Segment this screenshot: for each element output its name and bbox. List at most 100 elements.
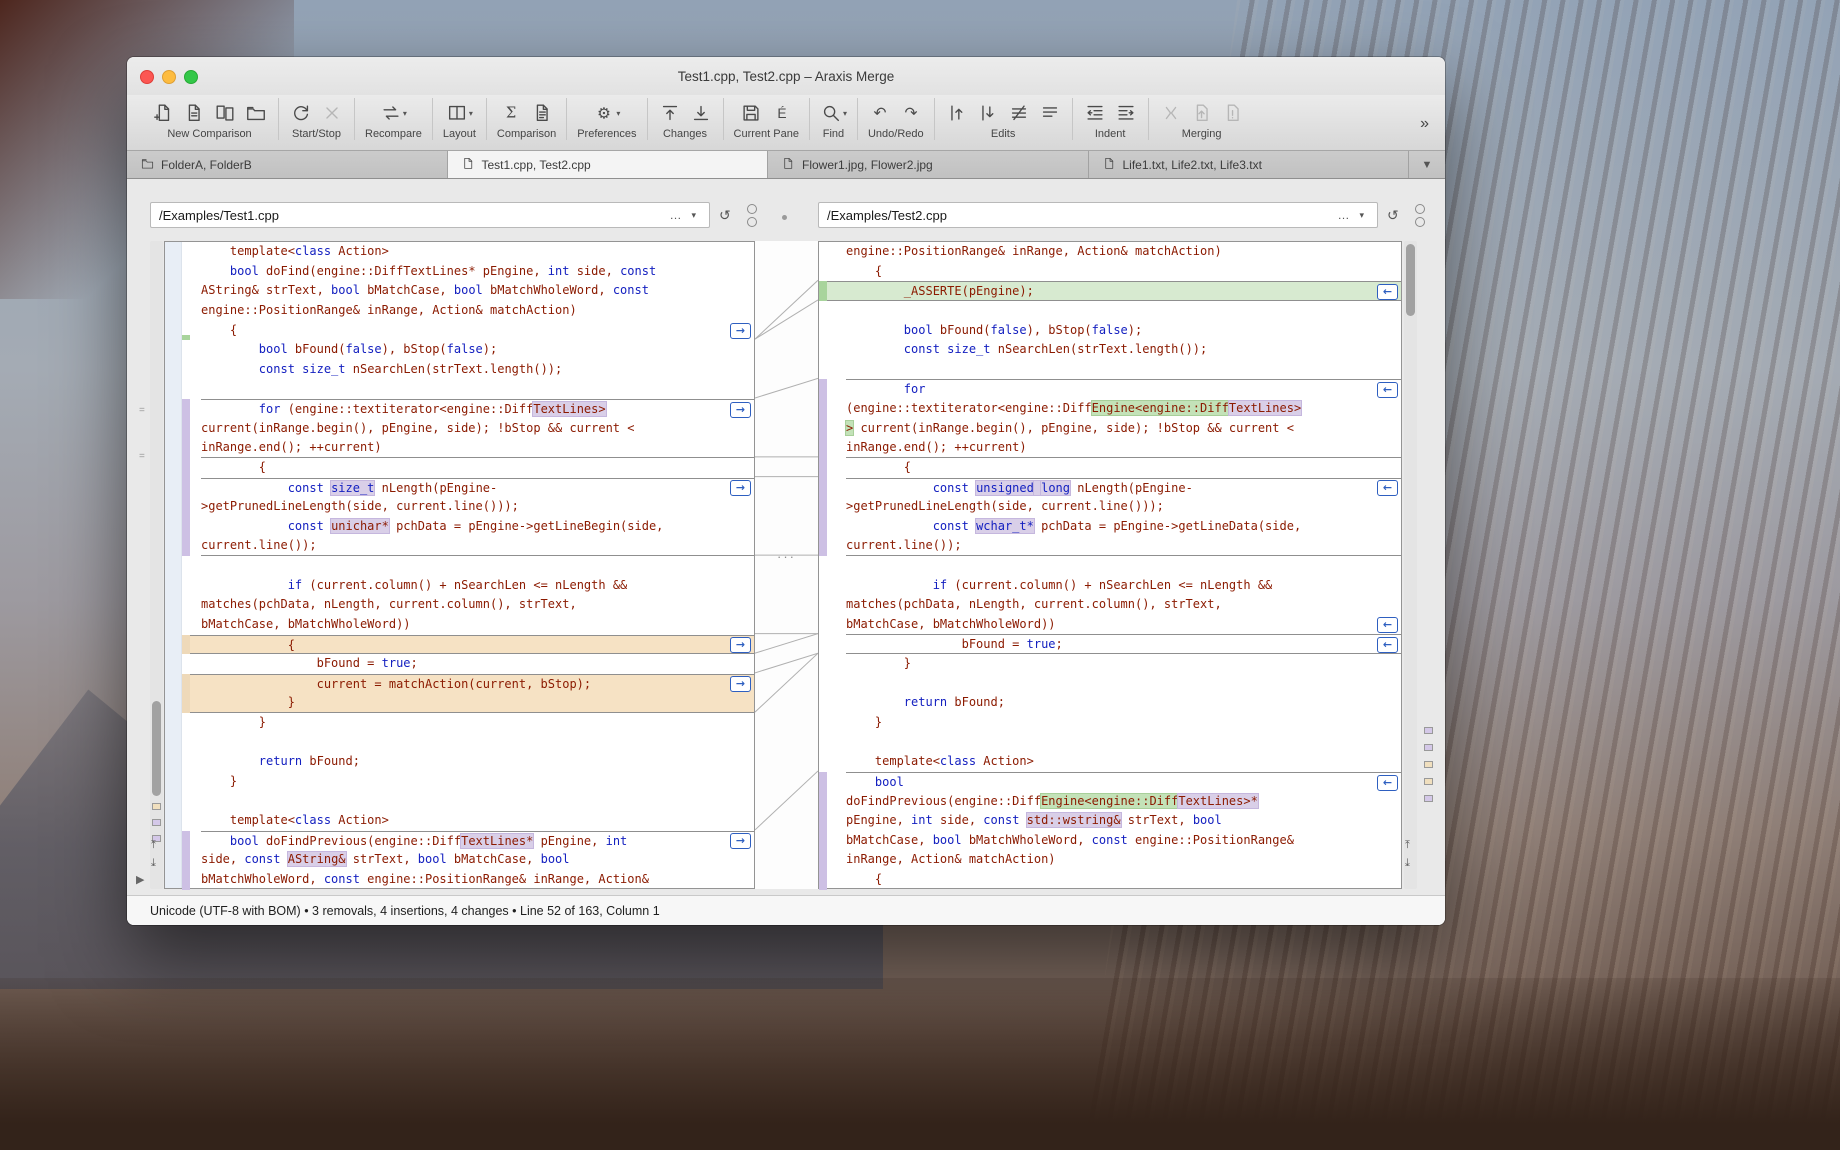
code-line[interactable] <box>201 379 754 399</box>
code-line[interactable]: matches(pchData, nLength, current.column… <box>201 595 754 615</box>
code-line[interactable]: current(inRange.begin(), pEngine, side);… <box>201 419 754 439</box>
go-last-change-button[interactable]: ⤓ <box>1405 857 1410 870</box>
merge-to-right-button[interactable]: → <box>730 833 751 849</box>
code-line[interactable]: { <box>201 458 754 478</box>
title-bar[interactable]: Test1.cpp, Test2.cpp – Araxis Merge <box>127 57 1445 95</box>
merge-to-left-button[interactable]: ← <box>1377 637 1398 653</box>
code-line[interactable]: { <box>846 458 1401 478</box>
tab-list-dropdown-button[interactable]: ▼ <box>1409 151 1445 178</box>
merge-to-right-button[interactable]: → <box>730 323 751 339</box>
toolbar-button-edit-lines[interactable] <box>1038 100 1062 126</box>
toolbar-button-redo[interactable]: ↷ <box>899 100 923 126</box>
toolbar-button-doc-compare[interactable] <box>213 100 237 126</box>
code-line[interactable]: return bFound; <box>201 752 754 772</box>
toolbar-button-stop-x[interactable] <box>320 100 344 126</box>
code-line[interactable]: const wchar_t* pchData = pEngine->getLin… <box>846 517 1401 537</box>
code-line[interactable] <box>201 792 754 812</box>
tab-flower1-jpg-flower2-jpg[interactable]: Flower1.jpg, Flower2.jpg <box>768 151 1089 178</box>
toolbar-button-undo[interactable]: ↶ <box>868 100 892 126</box>
close-button[interactable] <box>140 70 154 84</box>
code-line[interactable] <box>846 360 1401 380</box>
toolbar-button-prev-change[interactable] <box>658 100 682 126</box>
code-line[interactable]: _ASSERTE(pEngine); <box>827 281 1401 301</box>
toolbar-overflow-button[interactable]: » <box>1416 115 1433 133</box>
code-line[interactable] <box>846 556 1401 576</box>
code-line[interactable]: for (engine::textiterator<engine::DiffTe… <box>201 399 754 419</box>
tab-life1-txt-life2-txt-life3-txt[interactable]: Life1.txt, Life2.txt, Life3.txt <box>1089 151 1410 178</box>
code-line[interactable]: bFound = true; <box>846 635 1401 655</box>
toolbar-button-doc-new[interactable] <box>151 100 175 126</box>
code-line[interactable]: const unichar* pchData = pEngine->getLin… <box>201 517 754 537</box>
code-line[interactable]: bMatchCase, bMatchWholeWord)) <box>846 615 1401 635</box>
code-line[interactable] <box>846 301 1401 321</box>
toolbar-button-next-edit[interactable] <box>976 100 1000 126</box>
change-overview-marker[interactable] <box>1424 795 1433 802</box>
right-file-path-box[interactable]: /Examples/Test2.cpp … ▾ <box>818 202 1378 228</box>
code-line[interactable]: if (current.column() + nSearchLen <= nLe… <box>201 576 754 596</box>
code-line[interactable]: } <box>846 713 1401 733</box>
left-file-path-box[interactable]: /Examples/Test1.cpp … ▾ <box>150 202 710 228</box>
toolbar-button-indent-more[interactable] <box>1114 100 1138 126</box>
left-code[interactable]: template<class Action> bool doFind(engin… <box>190 242 754 888</box>
merge-to-left-button[interactable]: ← <box>1377 382 1398 398</box>
code-line[interactable]: const size_t nSearchLen(strText.length()… <box>846 340 1401 360</box>
code-line[interactable]: bool bFound(false), bStop(false); <box>846 321 1401 341</box>
right-link-toggle[interactable] <box>1415 204 1425 227</box>
code-line[interactable]: bool doFindPrevious(engine::DiffTextLine… <box>201 831 754 851</box>
code-line[interactable]: template<class Action> <box>846 752 1401 772</box>
code-line[interactable]: >getPrunedLineLength(side, current.line(… <box>846 497 1401 517</box>
left-scrollbar-thumb[interactable] <box>152 701 161 796</box>
toolbar-button-gear[interactable]: ⚙▾ <box>593 100 620 126</box>
change-overview-marker[interactable] <box>1424 761 1433 768</box>
go-first-change-button[interactable]: ⤒ <box>1405 839 1410 852</box>
toolbar-button-merge-doc[interactable] <box>1190 100 1214 126</box>
resume-comparison-button[interactable]: ▶ <box>136 873 144 886</box>
code-line[interactable]: template<class Action> <box>201 811 754 831</box>
code-line[interactable]: bMatchCase, bMatchWholeWord)) <box>201 615 754 635</box>
code-line[interactable] <box>846 674 1401 694</box>
toolbar-button-doc-report[interactable] <box>530 100 554 126</box>
left-scrollbar[interactable]: ⤒ ⤓ <box>150 241 163 889</box>
toolbar-button-next-change[interactable] <box>689 100 713 126</box>
code-line[interactable]: engine::PositionRange& inRange, Action& … <box>201 301 754 321</box>
toolbar-button-doc-text[interactable] <box>182 100 206 126</box>
toolbar-button-save[interactable] <box>739 100 763 126</box>
code-line[interactable]: > current(inRange.begin(), pEngine, side… <box>846 419 1401 439</box>
tab-foldera-folderb[interactable]: FolderA, FolderB <box>127 151 448 178</box>
merge-to-left-button[interactable]: ← <box>1377 284 1398 300</box>
collapsed-region-indicator[interactable]: ··· <box>755 549 818 564</box>
code-line[interactable]: return bFound; <box>846 693 1401 713</box>
toolbar-button-search[interactable]: ▾ <box>820 100 847 126</box>
minimize-button[interactable] <box>162 70 176 84</box>
toolbar-button-layout[interactable]: ▾ <box>446 100 473 126</box>
left-link-toggle[interactable] <box>747 204 757 227</box>
code-line[interactable]: bMatchCase, bool bMatchWholeWord, const … <box>846 831 1401 851</box>
merge-to-right-button[interactable]: → <box>730 402 751 418</box>
code-line[interactable]: side, const AString& strText, bool bMatc… <box>201 850 754 870</box>
code-line[interactable]: const size_t nLength(pEngine- <box>201 478 754 498</box>
code-line[interactable]: const size_t nSearchLen(strText.length()… <box>201 360 754 380</box>
merge-to-left-button[interactable]: ← <box>1377 480 1398 496</box>
code-line[interactable]: bool doFind(engine::DiffTextLines* pEngi… <box>201 262 754 282</box>
code-line[interactable]: matches(pchData, nLength, current.column… <box>846 595 1401 615</box>
zoom-button[interactable] <box>184 70 198 84</box>
code-line[interactable]: inRange, Action& matchAction) <box>846 850 1401 870</box>
toolbar-button-recompare[interactable]: ▾ <box>380 100 407 126</box>
code-line[interactable]: if (current.column() + nSearchLen <= nLe… <box>846 576 1401 596</box>
toolbar-button-folder-compare[interactable] <box>244 100 268 126</box>
change-overview-marker[interactable] <box>152 819 161 826</box>
merge-to-right-button[interactable]: → <box>730 637 751 653</box>
code-line[interactable]: bool <box>846 772 1401 792</box>
right-scrollbar[interactable]: ⤒ ⤓ <box>1404 241 1417 889</box>
right-path-dropdown-button[interactable]: ▾ <box>1354 210 1369 221</box>
code-line[interactable]: current = matchAction(current, bStop); <box>190 674 754 694</box>
code-line[interactable]: { <box>846 262 1401 282</box>
merge-to-left-button[interactable]: ← <box>1377 775 1398 791</box>
code-line[interactable]: inRange.end(); ++current) <box>201 438 754 458</box>
tab-test1-cpp-test2-cpp[interactable]: Test1.cpp, Test2.cpp <box>448 151 769 178</box>
code-line[interactable]: >getPrunedLineLength(side, current.line(… <box>201 497 754 517</box>
right-path-menu-button[interactable]: … <box>1332 208 1354 222</box>
right-code[interactable]: engine::PositionRange& inRange, Action& … <box>827 242 1401 888</box>
code-line[interactable]: for <box>846 379 1401 399</box>
right-scrollbar-thumb[interactable] <box>1406 244 1415 316</box>
